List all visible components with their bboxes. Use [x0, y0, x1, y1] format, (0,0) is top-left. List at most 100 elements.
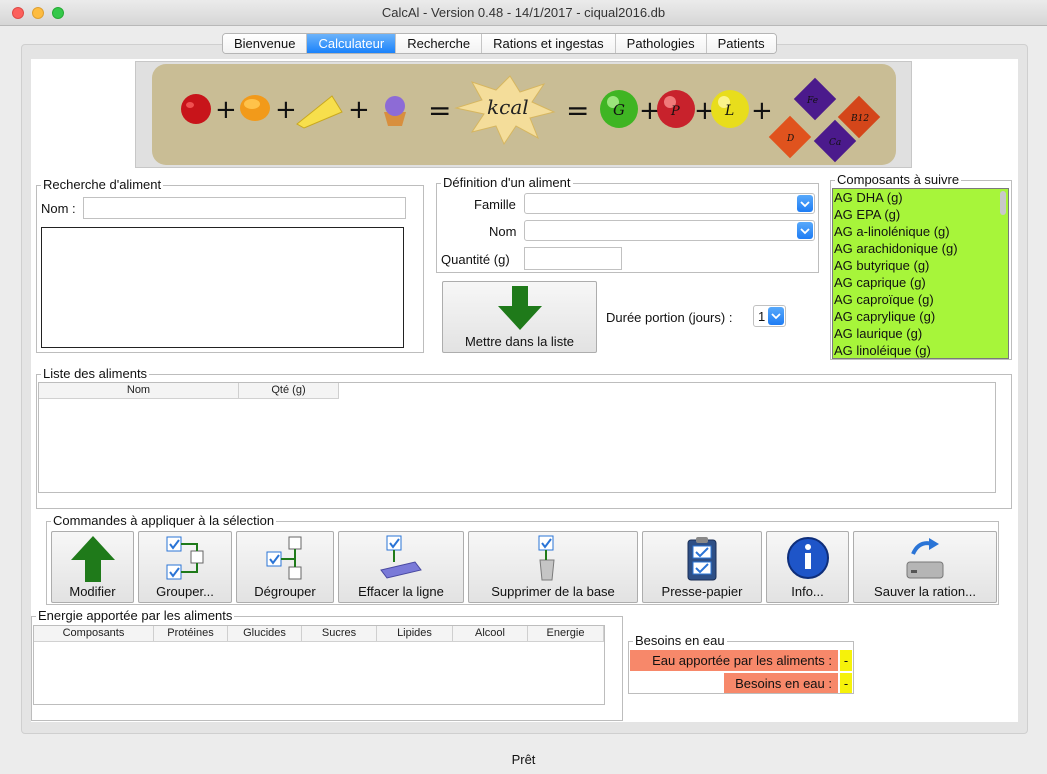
down-arrow-icon	[497, 286, 542, 330]
famille-label: Famille	[474, 197, 516, 212]
tab-patients[interactable]: Patients	[706, 34, 776, 53]
nutrition-banner: + + + = kcal = G + P + L + Fe B12 D Ca	[135, 61, 912, 168]
degrouper-label: Dégrouper	[254, 584, 316, 599]
water-needs-value: -	[840, 673, 852, 693]
list-item[interactable]: AG caprylique (g)	[833, 308, 1008, 325]
list-item[interactable]: AG linoléique (g)	[833, 342, 1008, 358]
supprimer-base-label: Supprimer de la base	[491, 584, 615, 599]
food-list-title: Liste des aliments	[41, 366, 150, 382]
list-item[interactable]: AG DHA (g)	[833, 189, 1008, 206]
svg-text:L: L	[724, 103, 734, 119]
sauver-ration-label: Sauver la ration...	[874, 584, 976, 599]
column-header-lipides[interactable]: Lipides	[377, 626, 453, 641]
search-results-list[interactable]	[41, 227, 404, 348]
window-title: CalcAl - Version 0.48 - 14/1/2017 - ciqu…	[381, 5, 666, 20]
svg-text:P: P	[670, 104, 680, 119]
list-item[interactable]: AG caproïque (g)	[833, 291, 1008, 308]
svg-text:+: +	[275, 95, 297, 125]
search-name-label: Nom :	[41, 201, 76, 216]
grouper-label: Grouper...	[156, 584, 214, 599]
water-food-label: Eau apportée par les aliments :	[630, 650, 838, 671]
famille-select[interactable]	[524, 193, 815, 214]
duree-portion-label: Durée portion (jours) :	[606, 310, 733, 325]
title-bar: CalcAl - Version 0.48 - 14/1/2017 - ciqu…	[0, 0, 1047, 26]
modifier-button[interactable]: Modifier	[51, 531, 134, 603]
nom-select[interactable]	[524, 220, 815, 241]
column-header-glucides[interactable]: Glucides	[228, 626, 302, 641]
degrouper-button[interactable]: Dégrouper	[236, 531, 334, 603]
svg-text:+: +	[348, 95, 370, 125]
presse-papier-label: Presse-papier	[661, 584, 743, 599]
column-header-alcool[interactable]: Alcool	[453, 626, 528, 641]
clipboard-icon	[687, 537, 717, 581]
column-header-nom[interactable]: Nom	[39, 383, 239, 398]
water-needs-label: Besoins en eau :	[724, 673, 838, 693]
supprimer-base-button[interactable]: Supprimer de la base	[468, 531, 638, 603]
svg-text:kcal: kcal	[487, 95, 529, 119]
svg-text:D: D	[786, 134, 794, 144]
grouper-button[interactable]: Grouper...	[138, 531, 232, 603]
main-tabs: Bienvenue Calculateur Recherche Rations …	[222, 33, 777, 54]
composants-title: Composants à suivre	[835, 172, 962, 188]
tab-bienvenue[interactable]: Bienvenue	[223, 34, 308, 53]
search-name-input[interactable]	[83, 197, 406, 219]
svg-text:+: +	[751, 96, 773, 126]
eraser-icon	[380, 535, 422, 579]
proteines-ball-icon: P	[657, 90, 695, 128]
up-arrow-icon	[70, 536, 115, 582]
svg-text:=: =	[428, 94, 451, 127]
water-needs-title: Besoins en eau	[633, 633, 727, 649]
energy-table-header: Composants Protéines Glucides Sucres Lip…	[34, 626, 604, 642]
grated-carrot-icon	[240, 95, 270, 121]
tab-rations-ingestas[interactable]: Rations et ingestas	[482, 34, 616, 53]
list-item[interactable]: AG arachidonique (g)	[833, 240, 1008, 257]
list-item[interactable]: AG caprique (g)	[833, 274, 1008, 291]
tab-recherche[interactable]: Recherche	[396, 34, 483, 53]
column-header-sucres[interactable]: Sucres	[302, 626, 377, 641]
group-icon	[166, 536, 204, 580]
tab-calculateur[interactable]: Calculateur	[307, 34, 397, 53]
food-list-header: Nom Qté (g)	[39, 383, 339, 399]
info-icon	[786, 537, 829, 579]
food-definition-title: Définition d'un aliment	[441, 175, 573, 191]
add-to-list-label: Mettre dans la liste	[464, 334, 575, 349]
column-header-composants[interactable]: Composants	[34, 626, 154, 641]
effacer-ligne-button[interactable]: Effacer la ligne	[338, 531, 464, 603]
presse-papier-button[interactable]: Presse-papier	[642, 531, 762, 603]
kcal-star-icon: kcal	[454, 75, 556, 146]
list-item[interactable]: AG butyrique (g)	[833, 257, 1008, 274]
tab-pathologies[interactable]: Pathologies	[615, 34, 707, 53]
ungroup-icon	[266, 536, 302, 580]
column-header-energie[interactable]: Energie	[528, 626, 604, 641]
quantite-input[interactable]	[524, 247, 622, 270]
nom-label: Nom	[489, 224, 517, 239]
svg-text:G: G	[613, 101, 625, 119]
composants-scrollbar[interactable]	[1000, 191, 1006, 215]
banner-illustration: + + + = kcal = G + P + L + Fe B12 D Ca	[181, 75, 881, 163]
add-to-list-button[interactable]: Mettre dans la liste	[442, 281, 597, 353]
effacer-ligne-label: Effacer la ligne	[358, 584, 444, 599]
cupcake-icon	[384, 96, 406, 126]
composants-list[interactable]: AG DHA (g) AG EPA (g) AG a-linolénique (…	[832, 188, 1009, 359]
water-food-value: -	[840, 650, 852, 671]
column-header-qte[interactable]: Qté (g)	[239, 383, 339, 398]
sauver-ration-button[interactable]: Sauver la ration...	[853, 531, 997, 603]
svg-text:+: +	[215, 95, 237, 125]
modifier-label: Modifier	[69, 584, 116, 599]
quantite-label: Quantité (g)	[441, 252, 510, 267]
cheese-icon	[296, 95, 343, 129]
commands-title: Commandes à appliquer à la sélection	[51, 513, 277, 529]
svg-text:=: =	[566, 94, 589, 127]
list-item[interactable]: AG laurique (g)	[833, 325, 1008, 342]
duree-portion-select[interactable]: 1	[753, 305, 786, 327]
svg-text:Fe: Fe	[806, 96, 818, 106]
info-button[interactable]: Info...	[766, 531, 849, 603]
status-bar-text: Prêt	[511, 752, 536, 767]
lipides-ball-icon: L	[711, 90, 749, 128]
tomato-icon	[181, 94, 211, 124]
list-item[interactable]: AG a-linolénique (g)	[833, 223, 1008, 240]
banner-image: + + + = kcal = G + P + L + Fe B12 D Ca	[152, 64, 896, 165]
trash-icon	[538, 535, 555, 581]
column-header-proteines[interactable]: Protéines	[154, 626, 228, 641]
list-item[interactable]: AG EPA (g)	[833, 206, 1008, 223]
